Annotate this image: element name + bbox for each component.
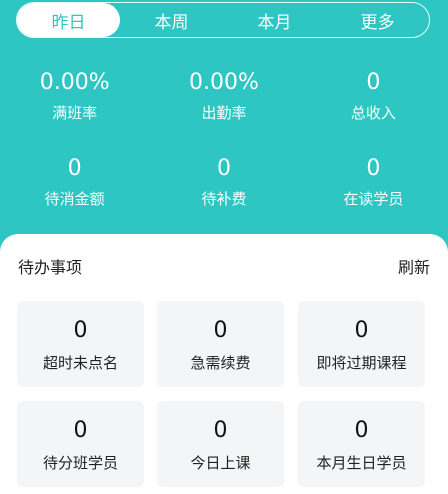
todo-count: 0 bbox=[354, 318, 369, 343]
todo-count: 0 bbox=[73, 418, 88, 443]
todo-card-overdue-rollcall[interactable]: 0 超时未点名 bbox=[17, 301, 144, 387]
stat-label: 待补费 bbox=[201, 190, 247, 208]
stat-full-class-rate: 0.00% 满班率 bbox=[0, 66, 149, 152]
stat-pending-supplement: 0 待补费 bbox=[149, 152, 298, 238]
todo-label: 急需续费 bbox=[190, 354, 251, 372]
todo-label: 待分班学员 bbox=[42, 454, 118, 472]
todo-label: 今日上课 bbox=[190, 454, 251, 472]
stats-row-2: 0 待消金额 0 待补费 0 在读学员 bbox=[0, 152, 448, 238]
tab-this-month[interactable]: 本月 bbox=[223, 3, 326, 37]
stat-active-students: 0 在读学员 bbox=[299, 152, 448, 238]
todo-card-urgent-renewal[interactable]: 0 急需续费 bbox=[157, 301, 284, 387]
todo-label: 超时未点名 bbox=[42, 354, 118, 372]
period-tabs: 昨日 本周 本月 更多 bbox=[16, 2, 430, 38]
stat-label: 在读学员 bbox=[343, 190, 404, 208]
stats-grid: 0.00% 满班率 0.00% 出勤率 0 总收入 0 待消金额 0 待补费 0 bbox=[0, 66, 448, 238]
todo-panel: 待办事项 刷新 0 超时未点名 0 急需续费 0 即将过期课程 0 待分班学员 … bbox=[0, 234, 448, 494]
todo-card-today-classes[interactable]: 0 今日上课 bbox=[157, 401, 284, 487]
stat-label: 总收入 bbox=[350, 104, 396, 122]
stat-label: 待消金额 bbox=[44, 190, 105, 208]
todo-count: 0 bbox=[213, 318, 228, 343]
todo-label: 即将过期课程 bbox=[316, 354, 407, 372]
stat-value: 0 bbox=[366, 70, 381, 95]
stat-value: 0 bbox=[67, 156, 82, 181]
stat-attendance-rate: 0.00% 出勤率 bbox=[149, 66, 298, 152]
todo-header: 待办事项 刷新 bbox=[18, 254, 430, 278]
stat-value: 0 bbox=[216, 156, 231, 181]
todo-card-expiring-courses[interactable]: 0 即将过期课程 bbox=[298, 301, 425, 387]
stat-value: 0.00% bbox=[39, 70, 110, 95]
todo-count: 0 bbox=[213, 418, 228, 443]
header-section: 昨日 本周 本月 更多 0.00% 满班率 0.00% 出勤率 0 总收入 0 … bbox=[0, 0, 448, 250]
todo-count: 0 bbox=[354, 418, 369, 443]
stat-value: 0 bbox=[366, 156, 381, 181]
todo-card-unassigned-students[interactable]: 0 待分班学员 bbox=[17, 401, 144, 487]
stat-value: 0.00% bbox=[189, 70, 259, 95]
tab-this-week[interactable]: 本周 bbox=[120, 3, 223, 37]
stat-label: 出勤率 bbox=[201, 104, 247, 122]
refresh-button[interactable]: 刷新 bbox=[398, 254, 430, 278]
stat-total-income: 0 总收入 bbox=[299, 66, 448, 152]
todo-label: 本月生日学员 bbox=[316, 454, 407, 472]
tab-more[interactable]: 更多 bbox=[326, 3, 429, 37]
stats-row-1: 0.00% 满班率 0.00% 出勤率 0 总收入 bbox=[0, 66, 448, 152]
stat-label: 满班率 bbox=[52, 104, 98, 122]
stat-pending-consumption: 0 待消金额 bbox=[0, 152, 149, 238]
todo-title: 待办事项 bbox=[18, 258, 83, 277]
tab-yesterday[interactable]: 昨日 bbox=[17, 3, 120, 37]
todo-count: 0 bbox=[73, 318, 88, 343]
todo-card-birthday-students[interactable]: 0 本月生日学员 bbox=[298, 401, 425, 487]
